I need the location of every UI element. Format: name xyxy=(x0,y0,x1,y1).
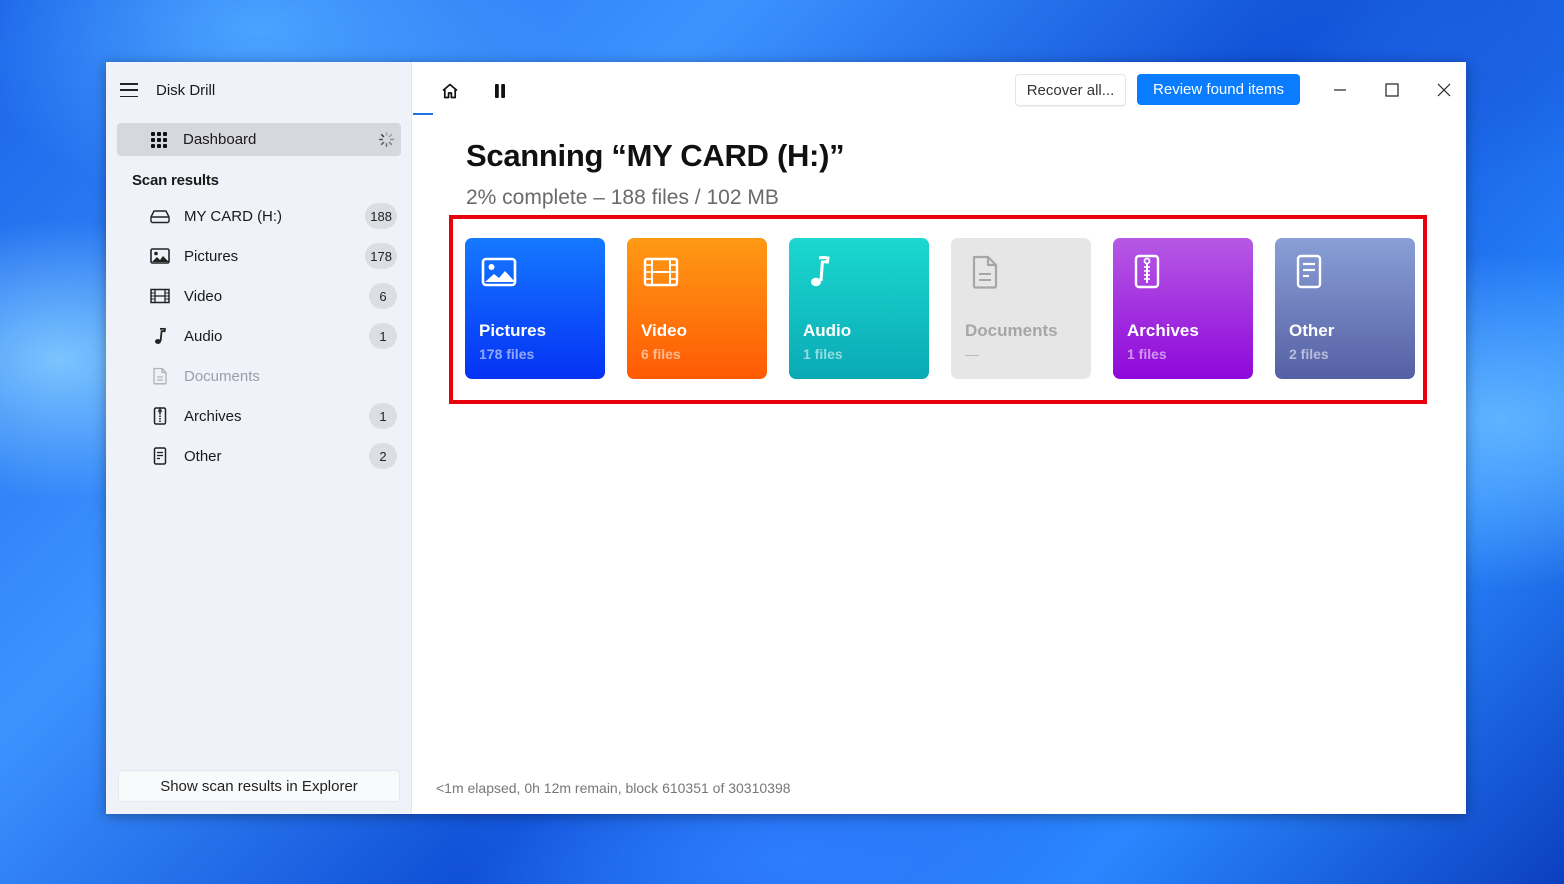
document-icon xyxy=(150,366,170,386)
sidebar-header: Disk Drill xyxy=(106,62,411,118)
card-file-count: 2 files xyxy=(1289,346,1329,362)
picture-icon xyxy=(481,257,517,287)
music-note-icon xyxy=(150,326,170,346)
drive-icon xyxy=(150,206,170,226)
card-file-count: 178 files xyxy=(479,346,535,362)
scan-progress-text: 2% complete – 188 files / 102 MB xyxy=(466,186,779,209)
sidebar: Disk Drill Dashboard Scan results MY CAR… xyxy=(106,62,412,814)
app-title: Disk Drill xyxy=(156,81,216,99)
scan-status-bar: <1m elapsed, 0h 12m remain, block 610351… xyxy=(436,780,791,796)
file-type-cards: Pictures 178 files Video 6 files Audio 1… xyxy=(465,238,1415,379)
card-documents: Documents — xyxy=(951,238,1091,379)
count-badge: 188 xyxy=(365,203,397,229)
dashboard-grid-icon xyxy=(151,131,167,148)
sidebar-item-documents: Documents xyxy=(106,356,411,396)
card-file-count: 6 files xyxy=(641,346,681,362)
main-content: Recover all... Review found items Scanni… xyxy=(412,62,1466,814)
review-found-items-button[interactable]: Review found items xyxy=(1137,74,1300,105)
sidebar-item-label: MY CARD (H:) xyxy=(184,207,283,225)
home-icon[interactable] xyxy=(439,80,461,102)
count-badge: 1 xyxy=(369,323,397,349)
maximize-icon[interactable] xyxy=(1380,78,1404,102)
sidebar-item-label: Audio xyxy=(184,327,223,345)
sidebar-item-label: Video xyxy=(184,287,223,305)
sidebar-item-label: Documents xyxy=(184,367,260,385)
film-icon xyxy=(150,286,170,306)
archive-zip-icon xyxy=(1134,254,1160,289)
card-title: Pictures xyxy=(479,321,547,340)
sidebar-item-dashboard[interactable]: Dashboard xyxy=(117,123,401,156)
archive-zip-icon xyxy=(150,406,170,426)
sidebar-item-my-card[interactable]: MY CARD (H:) 188 xyxy=(106,196,411,236)
sidebar-item-label: Other xyxy=(184,447,222,465)
document-icon xyxy=(972,255,998,289)
card-title: Other xyxy=(1289,321,1335,340)
toolbar: Recover all... Review found items xyxy=(412,62,1466,118)
card-title: Archives xyxy=(1127,321,1199,340)
sidebar-item-other[interactable]: Other 2 xyxy=(106,436,411,476)
card-video[interactable]: Video 6 files xyxy=(627,238,767,379)
recover-all-button[interactable]: Recover all... xyxy=(1015,74,1126,106)
pause-icon[interactable] xyxy=(489,80,511,102)
card-title: Video xyxy=(641,321,687,340)
card-file-count: 1 files xyxy=(803,346,843,362)
card-pictures[interactable]: Pictures 178 files xyxy=(465,238,605,379)
hamburger-menu-icon[interactable] xyxy=(120,83,138,97)
count-badge: 6 xyxy=(369,283,397,309)
close-icon[interactable] xyxy=(1432,78,1456,102)
card-other[interactable]: Other 2 files xyxy=(1275,238,1415,379)
sidebar-item-video[interactable]: Video 6 xyxy=(106,276,411,316)
loading-spinner-icon xyxy=(378,131,395,148)
show-in-explorer-button[interactable]: Show scan results in Explorer xyxy=(118,770,400,802)
disk-drill-window: Disk Drill Dashboard Scan results MY CAR… xyxy=(106,62,1466,814)
card-file-count: 1 files xyxy=(1127,346,1167,362)
scan-results-heading: Scan results xyxy=(132,172,219,189)
sidebar-item-label: Archives xyxy=(184,407,242,425)
card-audio[interactable]: Audio 1 files xyxy=(789,238,929,379)
picture-icon xyxy=(150,246,170,266)
count-badge: 178 xyxy=(365,243,397,269)
sidebar-item-label: Dashboard xyxy=(183,131,257,148)
card-title: Audio xyxy=(803,321,852,340)
minimize-icon[interactable] xyxy=(1328,78,1352,102)
card-archives[interactable]: Archives 1 files xyxy=(1113,238,1253,379)
other-file-icon xyxy=(1296,254,1322,289)
count-badge: 1 xyxy=(369,403,397,429)
scan-results-list: MY CARD (H:) 188 Pictures 178 Video 6 Au… xyxy=(106,196,411,476)
sidebar-item-audio[interactable]: Audio 1 xyxy=(106,316,411,356)
count-badge: 2 xyxy=(369,443,397,469)
sidebar-item-label: Pictures xyxy=(184,247,239,265)
other-file-icon xyxy=(150,446,170,466)
film-icon xyxy=(643,257,679,287)
card-title: Documents xyxy=(965,321,1058,340)
sidebar-item-archives[interactable]: Archives 1 xyxy=(106,396,411,436)
sidebar-item-pictures[interactable]: Pictures 178 xyxy=(106,236,411,276)
music-note-icon xyxy=(811,256,830,287)
card-file-count: — xyxy=(965,346,979,362)
page-title: Scanning “MY CARD (H:)” xyxy=(466,138,845,173)
scan-progress-indicator xyxy=(413,113,433,115)
